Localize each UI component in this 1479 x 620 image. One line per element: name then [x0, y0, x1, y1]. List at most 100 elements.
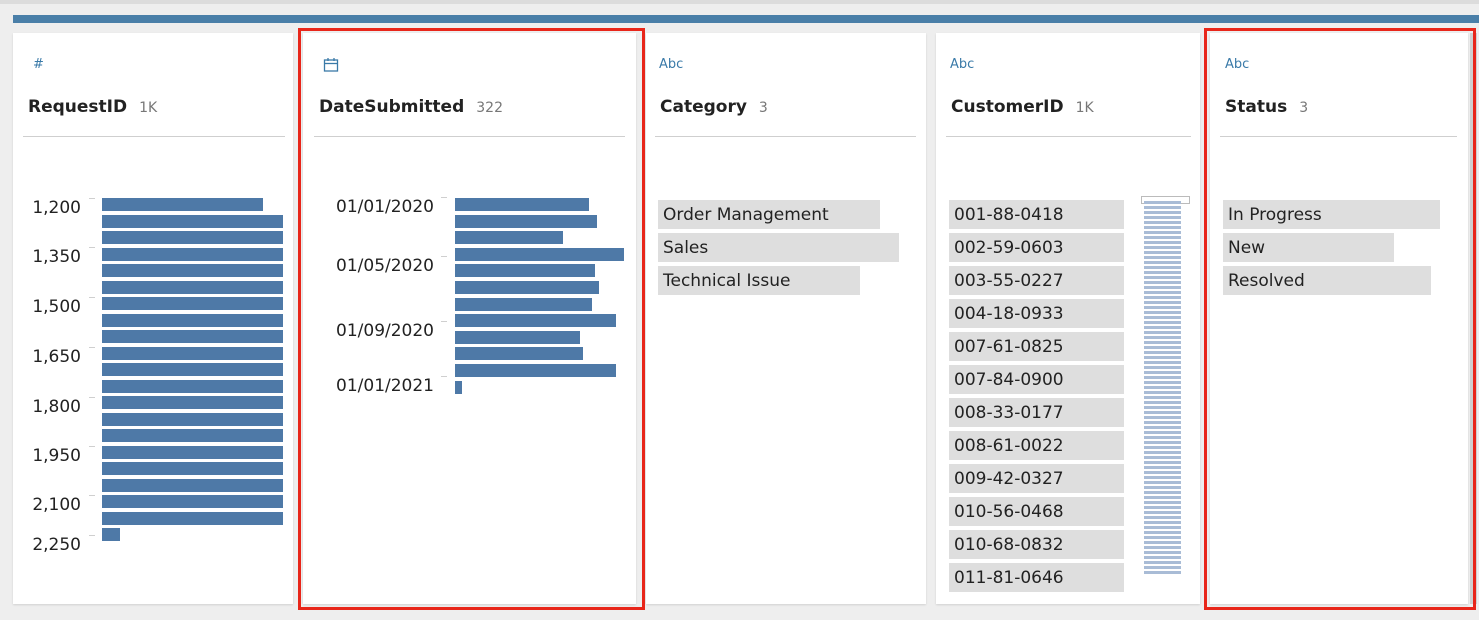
- histogram-bar[interactable]: [102, 429, 283, 442]
- column-card-datesubmitted[interactable]: DateSubmitted 322 01/01/2020 01/05/2020 01/…: [303, 33, 636, 604]
- axis-tick-mark: [89, 347, 95, 348]
- histogram-bar[interactable]: [455, 264, 596, 278]
- overview-line: [1144, 281, 1181, 284]
- category-value[interactable]: Technical Issue: [658, 266, 861, 295]
- axis-tick-label: 2,250: [32, 535, 81, 555]
- histogram-bar[interactable]: [102, 412, 283, 426]
- axis-tick-label: 2,100: [32, 495, 81, 515]
- histogram-bar[interactable]: [455, 347, 584, 361]
- histogram-bar[interactable]: [455, 380, 462, 394]
- histogram-bar[interactable]: [102, 198, 264, 211]
- column-name: RequestID: [28, 97, 128, 117]
- histogram-bar[interactable]: [455, 281, 599, 294]
- overview-line: [1144, 376, 1181, 379]
- column-title[interactable]: CustomerID 1K: [951, 97, 1094, 117]
- status-value[interactable]: Resolved: [1223, 266, 1432, 295]
- column-title[interactable]: RequestID 1K: [28, 97, 157, 117]
- status-value[interactable]: New: [1223, 233, 1395, 262]
- status-value[interactable]: In Progress: [1223, 200, 1440, 229]
- customer-id-value[interactable]: 008-61-0022: [949, 431, 1124, 460]
- histogram-bar[interactable]: [455, 330, 581, 344]
- customer-id-value[interactable]: 011-81-0646: [949, 563, 1124, 592]
- column-name: CustomerID: [951, 97, 1064, 117]
- overview-line: [1144, 531, 1181, 534]
- column-card-customerid[interactable]: Abc CustomerID 1K 001-88-0418 002-59-0603 0…: [936, 33, 1200, 604]
- overview-line: [1144, 301, 1181, 304]
- column-card-requestid[interactable]: # RequestID 1K 1,200 1,350 1,500 1,650 1,800 1…: [13, 33, 293, 604]
- histogram-bar[interactable]: [102, 379, 283, 393]
- overview-line: [1144, 471, 1181, 474]
- column-card-status[interactable]: Abc Status 3 In Progress New Resolved: [1210, 33, 1468, 604]
- histogram-bar[interactable]: [455, 364, 616, 377]
- axis-tick-label: 1,800: [32, 397, 81, 417]
- column-title[interactable]: Category 3: [660, 97, 768, 117]
- column-title[interactable]: Status 3: [1225, 97, 1308, 117]
- header-divider: [314, 136, 625, 137]
- histogram-bar[interactable]: [102, 363, 283, 376]
- histogram-bar[interactable]: [102, 214, 283, 228]
- customer-id-value[interactable]: 002-59-0603: [949, 233, 1124, 262]
- histogram-bar[interactable]: [102, 478, 283, 492]
- customer-id-value[interactable]: 007-84-0900: [949, 365, 1124, 394]
- category-value[interactable]: Order Management: [658, 200, 880, 229]
- histogram-bar[interactable]: [102, 495, 283, 508]
- overview-line: [1144, 526, 1181, 529]
- histogram-bar[interactable]: [102, 330, 283, 343]
- histogram-bar[interactable]: [102, 264, 283, 277]
- calendar-icon: [323, 57, 339, 77]
- axis-tick-label: 1,950: [32, 446, 81, 466]
- histogram-bar[interactable]: [102, 231, 283, 244]
- overview-line: [1144, 536, 1181, 539]
- histogram-bar[interactable]: [102, 528, 121, 541]
- overview-line: [1144, 386, 1181, 389]
- histogram-bar[interactable]: [102, 346, 283, 360]
- histogram-bar[interactable]: [102, 445, 283, 459]
- vertical-scrollbar[interactable]: [1470, 33, 1477, 604]
- overview-line: [1144, 456, 1181, 459]
- overview-line: [1144, 346, 1181, 349]
- histogram-bar[interactable]: [102, 511, 283, 525]
- overview-line: [1144, 311, 1181, 314]
- column-card-category[interactable]: Abc Category 3 Order Management Sales Techn…: [646, 33, 926, 604]
- overview-line: [1144, 466, 1181, 469]
- histogram-bar[interactable]: [455, 247, 624, 261]
- overview-line: [1144, 446, 1181, 449]
- customer-id-value[interactable]: 010-68-0832: [949, 530, 1124, 559]
- histogram-bar[interactable]: [455, 314, 616, 328]
- overview-line: [1144, 431, 1181, 434]
- customer-id-value[interactable]: 004-18-0933: [949, 299, 1124, 328]
- overview-line: [1144, 316, 1181, 319]
- customer-id-value[interactable]: 009-42-0327: [949, 464, 1124, 493]
- histogram-bar[interactable]: [102, 313, 283, 327]
- overview-line: [1144, 326, 1181, 329]
- header-divider: [946, 136, 1191, 137]
- customer-id-value[interactable]: 003-55-0227: [949, 266, 1124, 295]
- customer-id-value[interactable]: 001-88-0418: [949, 200, 1124, 229]
- category-value[interactable]: Sales: [658, 233, 899, 262]
- overview-line: [1144, 206, 1181, 209]
- histogram-bar[interactable]: [102, 297, 283, 310]
- overview-line: [1144, 516, 1181, 519]
- histogram-bar[interactable]: [102, 462, 283, 475]
- overview-line: [1144, 271, 1181, 274]
- axis-tick-mark: [441, 256, 447, 257]
- histogram-bar[interactable]: [455, 297, 592, 311]
- histogram-bar[interactable]: [455, 198, 589, 211]
- overview-line: [1144, 231, 1181, 234]
- column-title[interactable]: DateSubmitted 322: [319, 97, 503, 117]
- distinct-count: 3: [758, 100, 768, 116]
- histogram-bar[interactable]: [455, 214, 597, 228]
- histogram-bar[interactable]: [102, 247, 283, 261]
- customer-id-value[interactable]: 007-61-0825: [949, 332, 1124, 361]
- overview-line: [1144, 416, 1181, 419]
- histogram-bar[interactable]: [455, 231, 564, 245]
- histogram-bar[interactable]: [102, 280, 283, 294]
- overview-line: [1144, 381, 1181, 384]
- overview-line: [1144, 221, 1181, 224]
- histogram-bar[interactable]: [102, 396, 283, 409]
- customer-id-value[interactable]: 010-56-0468: [949, 497, 1124, 526]
- customer-id-value[interactable]: 008-33-0177: [949, 398, 1124, 427]
- overview-line: [1144, 486, 1181, 489]
- axis-tick-mark: [441, 197, 447, 198]
- axis-tick-mark: [441, 321, 447, 322]
